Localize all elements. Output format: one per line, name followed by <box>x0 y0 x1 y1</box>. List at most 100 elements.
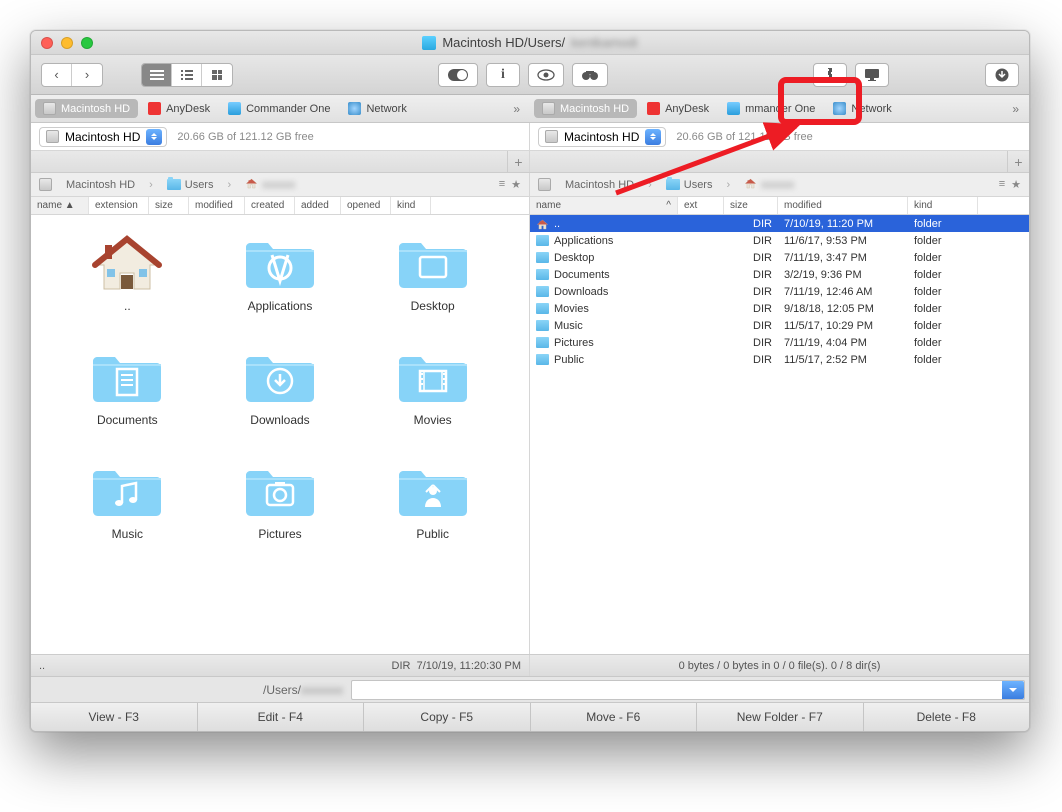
view-icons-button[interactable] <box>142 64 172 86</box>
favorite-icon[interactable]: ★ <box>1011 178 1021 191</box>
eye-icon <box>537 69 555 81</box>
home-icon <box>536 218 549 229</box>
path-label: /Users/ <box>263 683 301 697</box>
status-bar: .. DIR 7/10/19, 11:20:30 PM 0 bytes / 0 … <box>31 655 1029 677</box>
drive-dropdown-right[interactable]: Macintosh HD <box>538 127 666 147</box>
col-added[interactable]: added <box>295 197 341 214</box>
drive-tab-network[interactable]: Network <box>825 99 899 118</box>
list-row[interactable]: ..DIR7/10/19, 11:20 PMfolder <box>530 215 1029 232</box>
drive-tab-anydesk[interactable]: AnyDesk <box>140 99 218 118</box>
download-icon <box>995 68 1009 82</box>
folder-icon <box>536 286 549 297</box>
breadcrumb-segment[interactable]: Users <box>167 179 214 191</box>
new-tab-right-button[interactable]: + <box>1007 151 1029 172</box>
folder-icon <box>89 463 165 519</box>
folder-icon <box>536 354 549 365</box>
forward-button[interactable]: › <box>72 64 102 86</box>
folder-icon <box>536 337 549 348</box>
footer-move-button[interactable]: Move - F6 <box>531 703 698 731</box>
col-name[interactable]: name ▲ <box>31 197 89 214</box>
hd-icon <box>545 130 558 143</box>
grid-item-applications[interactable]: Applications <box>214 235 347 313</box>
drive-tab-commander-one[interactable]: Commander One <box>220 99 338 118</box>
list-row[interactable]: DesktopDIR7/11/19, 3:47 PMfolder <box>530 249 1029 266</box>
download-button[interactable] <box>985 63 1019 87</box>
binoculars-button[interactable] <box>572 63 608 87</box>
drive-tab-anydesk[interactable]: AnyDesk <box>639 99 717 118</box>
tab-strip: + + <box>31 151 1029 173</box>
breadcrumb-segment[interactable]: xxxxxx <box>744 177 794 193</box>
col-opened[interactable]: opened <box>341 197 391 214</box>
drive-dropdown-left[interactable]: Macintosh HD <box>39 127 167 147</box>
breadcrumb-segment[interactable]: Macintosh HD <box>66 179 135 191</box>
hd-icon <box>39 178 52 191</box>
col-kind[interactable]: kind <box>908 197 978 214</box>
list-row[interactable]: PicturesDIR7/11/19, 4:04 PMfolder <box>530 334 1029 351</box>
grid-item-movies[interactable]: Movies <box>366 349 499 427</box>
quicklook-button[interactable] <box>528 63 564 87</box>
list-row[interactable]: DocumentsDIR3/2/19, 9:36 PMfolder <box>530 266 1029 283</box>
back-button[interactable]: ‹ <box>42 64 72 86</box>
view-grid-button[interactable] <box>202 64 232 86</box>
breadcrumb-segment[interactable]: Users <box>666 179 713 191</box>
col-size[interactable]: size <box>724 197 778 214</box>
col-kind[interactable]: kind <box>391 197 431 214</box>
drive-tab-mmander-one[interactable]: mmander One <box>719 99 823 118</box>
folder-icon <box>242 349 318 405</box>
breadcrumb-segment[interactable]: Macintosh HD <box>565 179 634 191</box>
more-drives-button[interactable]: » <box>507 102 526 116</box>
archive-button[interactable] <box>813 63 847 87</box>
col-ext[interactable]: ext <box>678 197 724 214</box>
grid-item-..[interactable]: .. <box>61 235 194 313</box>
footer-view-button[interactable]: View - F3 <box>31 703 198 731</box>
drive-tab-network[interactable]: Network <box>340 99 414 118</box>
left-pane[interactable]: ..ApplicationsDesktopDocumentsDownloadsM… <box>31 215 530 654</box>
footer-delete-button[interactable]: Delete - F8 <box>864 703 1030 731</box>
favorite-icon[interactable]: ★ <box>511 178 521 191</box>
folder-icon <box>536 269 549 280</box>
col-modified[interactable]: modified <box>778 197 908 214</box>
col-modified[interactable]: modified <box>189 197 245 214</box>
list-row[interactable]: MoviesDIR9/18/18, 12:05 PMfolder <box>530 300 1029 317</box>
list-toggle-icon[interactable]: ≡ <box>999 178 1005 191</box>
monitor-button[interactable] <box>855 63 889 87</box>
col-name[interactable]: name ^ <box>530 197 678 214</box>
list-toggle-icon[interactable]: ≡ <box>499 178 505 191</box>
grid-item-documents[interactable]: Documents <box>61 349 194 427</box>
nav-back-forward: ‹ › <box>41 63 103 87</box>
grid-item-desktop[interactable]: Desktop <box>366 235 499 313</box>
grid-item-downloads[interactable]: Downloads <box>214 349 347 427</box>
new-tab-left-button[interactable]: + <box>507 151 529 172</box>
chevron-updown-icon <box>146 129 162 145</box>
view-list-button[interactable] <box>172 64 202 86</box>
toggle-button[interactable] <box>438 63 478 87</box>
path-dropdown-button[interactable] <box>1002 681 1024 699</box>
list-row[interactable]: MusicDIR11/5/17, 10:29 PMfolder <box>530 317 1029 334</box>
footer-buttons: View - F3Edit - F4Copy - F5Move - F6New … <box>31 703 1029 731</box>
breadcrumb-segment[interactable]: xxxxxx <box>245 177 295 193</box>
path-input[interactable] <box>351 680 1025 700</box>
more-drives-button[interactable]: » <box>1006 102 1025 116</box>
info-button[interactable]: i <box>486 63 520 87</box>
drive-tab-macintosh-hd[interactable]: Macintosh HD <box>35 99 138 118</box>
drive-tab-macintosh-hd[interactable]: Macintosh HD <box>534 99 637 118</box>
col-created[interactable]: created <box>245 197 295 214</box>
list-row[interactable]: PublicDIR11/5/17, 2:52 PMfolder <box>530 351 1029 368</box>
right-pane[interactable]: ..DIR7/10/19, 11:20 PMfolderApplications… <box>530 215 1029 654</box>
toolbar: ‹ › i <box>31 55 1029 95</box>
col-extension[interactable]: extension <box>89 197 149 214</box>
co-icon <box>727 102 740 115</box>
binoculars-icon <box>581 69 599 81</box>
titlebar: Macintosh HD/Users/kentkamodi <box>31 31 1029 55</box>
grid-item-pictures[interactable]: Pictures <box>214 463 347 541</box>
footer-new-button[interactable]: New Folder - F7 <box>697 703 864 731</box>
footer-edit-button[interactable]: Edit - F4 <box>198 703 365 731</box>
col-size[interactable]: size <box>149 197 189 214</box>
grid-item-music[interactable]: Music <box>61 463 194 541</box>
list-row[interactable]: ApplicationsDIR11/6/17, 9:53 PMfolder <box>530 232 1029 249</box>
window-title: Macintosh HD/Users/kentkamodi <box>31 35 1029 50</box>
folder-icon <box>395 349 471 405</box>
footer-copy-button[interactable]: Copy - F5 <box>364 703 531 731</box>
grid-item-public[interactable]: Public <box>366 463 499 541</box>
list-row[interactable]: DownloadsDIR7/11/19, 12:46 AMfolder <box>530 283 1029 300</box>
